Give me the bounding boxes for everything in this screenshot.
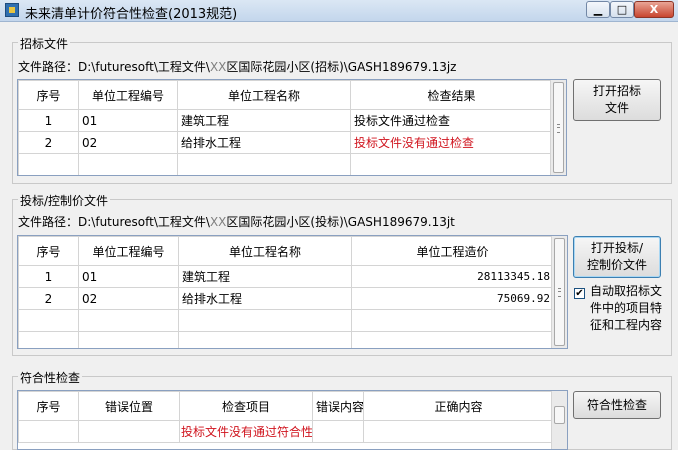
tender-grid[interactable]: 序号 单位工程编号 单位工程名称 单位工程造价 1 01 建筑工程 281133…: [17, 235, 568, 349]
row-number: 2: [18, 287, 79, 310]
check-table-header: 序号 错误位置 检查项目 错误内容 正确内容: [18, 391, 554, 421]
table-row[interactable]: 1 01 建筑工程 28113345.18: [18, 265, 554, 288]
open-bid-file-button[interactable]: 打开招标 文件: [573, 79, 661, 121]
scrollbar-thumb[interactable]: [554, 238, 565, 346]
auto-fetch-checkbox[interactable]: ✔: [574, 288, 585, 299]
tender-scrollbar[interactable]: [551, 236, 567, 348]
check-group-title: 符合性检查: [18, 369, 83, 386]
check-grid[interactable]: 序号 错误位置 检查项目 错误内容 正确内容 投标文件没有通过符合性: [17, 390, 568, 450]
unit-price: 28113345.18: [351, 265, 554, 288]
bid-path-gray: XX: [209, 60, 227, 74]
column-header[interactable]: 错误内容: [312, 391, 364, 421]
bid-path-part1: D:\futuresoft\工程文件\: [78, 60, 210, 74]
check-result: 投标文件通过检查: [350, 109, 553, 132]
bid-path-label: 文件路径：: [18, 60, 79, 74]
column-header[interactable]: 单位工程编号: [78, 80, 178, 110]
bid-scrollbar[interactable]: [550, 80, 566, 175]
error-position: [78, 420, 180, 443]
unit-code: 02: [78, 287, 179, 310]
bid-grid[interactable]: 序号 单位工程编号 单位工程名称 检查结果 1 01 建筑工程 投标文件通过检查…: [17, 79, 567, 176]
column-header[interactable]: 序号: [18, 80, 79, 110]
column-header[interactable]: 单位工程造价: [351, 236, 554, 266]
column-header[interactable]: 单位工程名称: [178, 236, 352, 266]
unit-name: 建筑工程: [178, 265, 352, 288]
bid-table: 序号 单位工程编号 单位工程名称 检查结果 1 01 建筑工程 投标文件通过检查…: [18, 80, 553, 175]
table-row-empty[interactable]: [18, 331, 554, 348]
row-number: [18, 420, 79, 443]
row-number: 1: [18, 109, 79, 132]
tender-table: 序号 单位工程编号 单位工程名称 单位工程造价 1 01 建筑工程 281133…: [18, 236, 554, 348]
error-content: [312, 420, 364, 443]
auto-fetch-label: 自动取招标文件中的项目特征和工程内容: [590, 284, 663, 332]
check-result: 投标文件没有通过检查: [350, 131, 553, 154]
column-header[interactable]: 检查项目: [179, 391, 313, 421]
maximize-button[interactable]: □: [610, 1, 634, 18]
tender-path-part2: 区国际花园小区(投标)\GASH189679.13jt: [226, 215, 455, 229]
check-scrollbar[interactable]: [551, 391, 567, 449]
column-header[interactable]: 正确内容: [363, 391, 554, 421]
table-row[interactable]: 投标文件没有通过符合性: [18, 420, 554, 443]
minimize-button[interactable]: ▁: [586, 1, 610, 18]
check-item: 投标文件没有通过符合性: [179, 420, 313, 443]
table-row-empty[interactable]: [18, 153, 553, 175]
column-header[interactable]: 错误位置: [78, 391, 180, 421]
unit-name: 给排水工程: [178, 287, 352, 310]
table-row[interactable]: 1 01 建筑工程 投标文件通过检查: [18, 109, 553, 132]
bid-path-part2: 区国际花园小区(招标)\GASH189679.13jz: [226, 60, 457, 74]
unit-name: 给排水工程: [177, 131, 351, 154]
check-table: 序号 错误位置 检查项目 错误内容 正确内容 投标文件没有通过符合性: [18, 391, 554, 443]
column-header[interactable]: 单位工程名称: [177, 80, 351, 110]
column-header[interactable]: 检查结果: [350, 80, 553, 110]
unit-code: 02: [78, 131, 178, 154]
tender-path-label: 文件路径：: [18, 215, 79, 229]
table-row[interactable]: 2 02 给排水工程 75069.92: [18, 287, 554, 310]
column-header[interactable]: 序号: [18, 391, 79, 421]
unit-code: 01: [78, 109, 178, 132]
correct-content: [363, 420, 554, 443]
window-title: 未来清单计价符合性检查(2013规范): [25, 7, 238, 22]
tender-file-path: 文件路径：D:\futuresoft\工程文件\XX区国际花园小区(投标)\GA…: [18, 213, 455, 230]
title-bar: 未来清单计价符合性检查(2013规范) ▁ □ X: [0, 0, 678, 22]
conformity-check-button[interactable]: 符合性检查: [573, 391, 661, 419]
scrollbar-thumb[interactable]: [554, 406, 565, 424]
unit-name: 建筑工程: [177, 109, 351, 132]
bid-file-path: 文件路径：D:\futuresoft\工程文件\XX区国际花园小区(招标)\GA…: [18, 58, 456, 75]
row-number: 2: [18, 131, 79, 154]
tender-path-gray: XX: [209, 215, 227, 229]
row-number: 1: [18, 265, 79, 288]
open-tender-file-button[interactable]: 打开投标/ 控制价文件: [573, 236, 661, 278]
bid-group-title: 招标文件: [18, 35, 71, 52]
bid-table-header: 序号 单位工程编号 单位工程名称 检查结果: [18, 80, 553, 110]
tender-table-header: 序号 单位工程编号 单位工程名称 单位工程造价: [18, 236, 554, 266]
column-header[interactable]: 序号: [18, 236, 79, 266]
tender-group-title: 投标/控制价文件: [18, 192, 111, 209]
table-row-empty[interactable]: [18, 309, 554, 332]
app-icon: [5, 3, 19, 17]
table-row[interactable]: 2 02 给排水工程 投标文件没有通过检查: [18, 131, 553, 154]
scrollbar-thumb[interactable]: [553, 82, 564, 173]
tender-path-part1: D:\futuresoft\工程文件\: [78, 215, 210, 229]
unit-price: 75069.92: [351, 287, 554, 310]
column-header[interactable]: 单位工程编号: [78, 236, 179, 266]
close-button[interactable]: X: [634, 1, 674, 18]
unit-code: 01: [78, 265, 179, 288]
